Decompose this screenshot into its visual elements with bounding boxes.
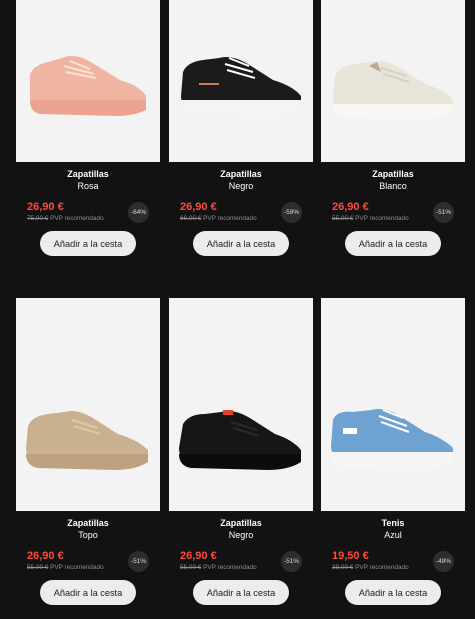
product-type: Zapatillas <box>220 518 262 528</box>
discount-badge: -51% <box>281 551 302 572</box>
product-card[interactable]: Tenis Azul 19,50 € 38,00 € PVP recomenda… <box>321 298 465 605</box>
add-to-cart-button[interactable]: Añadir a la cesta <box>40 580 136 605</box>
discount-badge: -49% <box>433 551 454 572</box>
product-type: Zapatillas <box>67 518 109 528</box>
sneaker-image <box>333 61 453 120</box>
product-name[interactable]: Zapatillas Topo <box>16 518 160 541</box>
strikethrough-price: 55,00 € <box>27 564 49 571</box>
strikethrough-price: 55,00 € <box>332 215 354 222</box>
sneaker-image <box>26 411 148 470</box>
price-row: 26,90 € 55,00 € PVP recomendado -51% <box>169 547 313 575</box>
product-image[interactable] <box>169 0 313 162</box>
discount-badge: -64% <box>128 202 149 223</box>
original-price: 75,00 € PVP recomendado <box>27 215 104 222</box>
product-name[interactable]: Zapatillas Negro <box>169 169 313 192</box>
strikethrough-price: 38,00 € <box>332 564 354 571</box>
strikethrough-price: 66,00 € <box>180 215 202 222</box>
add-to-cart-button[interactable]: Añadir a la cesta <box>345 580 441 605</box>
sale-price: 19,50 € <box>332 550 369 562</box>
original-price: 55,00 € PVP recomendado <box>27 564 104 571</box>
original-price: 38,00 € PVP recomendado <box>332 564 409 571</box>
sale-price: 26,90 € <box>27 201 64 213</box>
discount-badge: -51% <box>433 202 454 223</box>
pvp-label: PVP recomendado <box>50 564 104 571</box>
strikethrough-price: 55,00 € <box>180 564 202 571</box>
pvp-label: PVP recomendado <box>203 564 257 571</box>
product-image[interactable] <box>321 298 465 511</box>
product-type: Zapatillas <box>67 169 109 179</box>
strikethrough-price: 75,00 € <box>27 215 49 222</box>
product-card[interactable]: Zapatillas Rosa 26,90 € 75,00 € PVP reco… <box>16 0 160 256</box>
sale-price: 26,90 € <box>27 550 64 562</box>
product-type: Zapatillas <box>372 169 414 179</box>
original-price: 66,00 € PVP recomendado <box>180 215 257 222</box>
product-color: Negro <box>228 529 254 540</box>
add-to-cart-button[interactable]: Añadir a la cesta <box>193 231 289 256</box>
product-type: Tenis <box>381 518 405 528</box>
price-row: 26,90 € 66,00 € PVP recomendado -59% <box>169 198 313 226</box>
product-card[interactable]: Zapatillas Negro 26,90 € 66,00 € PVP rec… <box>169 0 313 256</box>
product-color: Rosa <box>77 180 99 191</box>
pvp-label: PVP recomendado <box>355 564 409 571</box>
sneaker-image <box>181 57 301 118</box>
product-color: Blanco <box>379 180 407 191</box>
price-row: 26,90 € 55,00 € PVP recomendado -51% <box>16 547 160 575</box>
product-color: Negro <box>228 180 254 191</box>
product-image[interactable] <box>321 0 465 162</box>
product-name[interactable]: Tenis Azul <box>321 518 465 541</box>
product-card[interactable]: Zapatillas Blanco 26,90 € 55,00 € PVP re… <box>321 0 465 256</box>
product-image[interactable] <box>169 298 313 511</box>
product-type: Zapatillas <box>220 169 262 179</box>
sneaker-image <box>331 409 453 470</box>
sale-price: 26,90 € <box>180 550 217 562</box>
pvp-label: PVP recomendado <box>355 215 409 222</box>
add-to-cart-button[interactable]: Añadir a la cesta <box>193 580 289 605</box>
sneaker-image <box>179 410 301 470</box>
original-price: 55,00 € PVP recomendado <box>180 564 257 571</box>
product-card[interactable]: Zapatillas Negro 26,90 € 55,00 € PVP rec… <box>169 298 313 605</box>
product-card[interactable]: Zapatillas Topo 26,90 € 55,00 € PVP reco… <box>16 298 160 605</box>
product-color: Azul <box>384 529 402 540</box>
discount-badge: -51% <box>128 551 149 572</box>
sale-price: 26,90 € <box>332 201 369 213</box>
product-image[interactable] <box>16 0 160 162</box>
product-name[interactable]: Zapatillas Blanco <box>321 169 465 192</box>
product-color: Topo <box>78 529 98 540</box>
discount-badge: -59% <box>281 202 302 223</box>
product-name[interactable]: Zapatillas Negro <box>169 518 313 541</box>
product-image[interactable] <box>16 298 160 511</box>
price-row: 19,50 € 38,00 € PVP recomendado -49% <box>321 547 465 575</box>
sneaker-image <box>30 56 146 116</box>
original-price: 55,00 € PVP recomendado <box>332 215 409 222</box>
price-row: 26,90 € 55,00 € PVP recomendado -51% <box>321 198 465 226</box>
pvp-label: PVP recomendado <box>203 215 257 222</box>
sale-price: 26,90 € <box>180 201 217 213</box>
product-grid: Zapatillas Rosa 26,90 € 75,00 € PVP reco… <box>0 0 475 619</box>
add-to-cart-button[interactable]: Añadir a la cesta <box>40 231 136 256</box>
add-to-cart-button[interactable]: Añadir a la cesta <box>345 231 441 256</box>
product-name[interactable]: Zapatillas Rosa <box>16 169 160 192</box>
pvp-label: PVP recomendado <box>50 215 104 222</box>
price-row: 26,90 € 75,00 € PVP recomendado -64% <box>16 198 160 226</box>
